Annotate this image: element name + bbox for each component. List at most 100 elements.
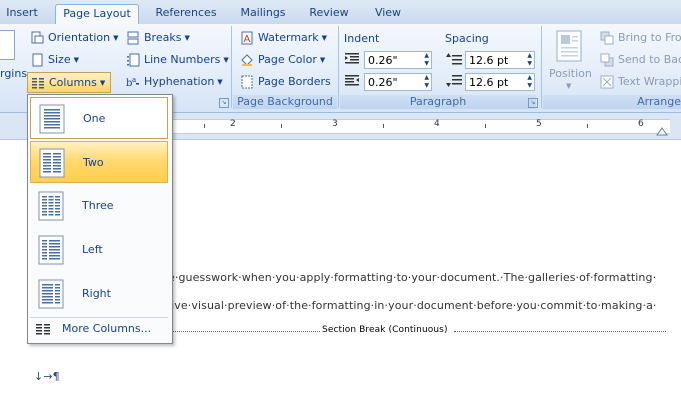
ruler-tick xyxy=(281,124,282,128)
columns-dropdown-menu: One Two Three Left Right More Columns... xyxy=(27,94,173,344)
columns-icon xyxy=(32,78,44,89)
page-setup-dialog-launcher-icon[interactable]: ↘ xyxy=(219,98,229,108)
section-break-line-left xyxy=(172,331,320,332)
spin-arrows-icon[interactable]: ▲ ▼ xyxy=(424,52,429,68)
text-wrapping-icon xyxy=(600,75,614,89)
ruler-tick xyxy=(587,124,588,128)
document-line-1[interactable]: e·guesswork·when·you·apply·formatting·to… xyxy=(168,271,656,284)
tab-view[interactable]: View xyxy=(368,4,408,24)
tab-page-layout[interactable]: Page Layout xyxy=(55,4,139,26)
page-borders-icon xyxy=(241,75,253,89)
margins-label[interactable]: rgins xyxy=(0,64,27,84)
paint-bucket-icon xyxy=(241,54,253,66)
ruler-number: 5 xyxy=(536,119,542,129)
spacing-before-icon xyxy=(446,53,462,65)
svg-text:a: a xyxy=(132,76,136,84)
chevron-down-icon: ▼ xyxy=(73,56,79,64)
size-label: Size xyxy=(48,53,71,66)
more-columns-icon xyxy=(36,324,50,335)
page-background-group-label: Page Background xyxy=(233,95,337,109)
tab-references[interactable]: References xyxy=(150,4,222,24)
send-to-back-icon xyxy=(600,53,614,67)
page-color-button[interactable]: Page Color ▼ xyxy=(240,50,325,70)
send-to-back-button[interactable]: Send to Back xyxy=(600,50,681,70)
spacing-before-input[interactable]: 12.6 pt ▲ ▼ xyxy=(465,51,535,69)
hyphenation-icon: ba xyxy=(126,76,139,89)
ruler-number: 4 xyxy=(434,119,440,129)
ruler-number: 3 xyxy=(332,119,338,129)
columns-option-label: Two xyxy=(83,156,104,169)
watermark-button[interactable]: A Watermark ▼ xyxy=(240,28,327,48)
page-color-label: Page Color xyxy=(258,53,317,66)
hyphenation-label: Hyphenation xyxy=(144,75,215,88)
spin-arrows-icon[interactable]: ▲ ▼ xyxy=(527,74,532,90)
line-numbers-button[interactable]: Line Numbers ▼ xyxy=(126,50,229,70)
ruler-number: 6 xyxy=(638,119,644,129)
columns-option-one[interactable]: One xyxy=(30,97,168,139)
document-line-2[interactable]: live·visual·preview·of·the·formatting·in… xyxy=(168,299,657,312)
spacing-after-input[interactable]: 12.6 pt ▲ ▼ xyxy=(465,73,535,91)
bring-to-front-button[interactable]: Bring to Fron xyxy=(600,28,681,48)
watermark-icon: A xyxy=(241,31,253,45)
more-columns-label: More Columns... xyxy=(62,322,152,335)
bring-to-front-label: Bring to Fron xyxy=(618,31,681,44)
position-icon[interactable] xyxy=(556,30,582,62)
three-columns-icon xyxy=(38,191,64,221)
group-separator xyxy=(231,26,232,108)
tab-insert[interactable]: Insert xyxy=(2,4,42,24)
spin-arrows-icon[interactable]: ▲ ▼ xyxy=(424,74,429,90)
paragraph-dialog-launcher-icon[interactable]: ↘ xyxy=(528,98,538,108)
indent-left-value: 0.26" xyxy=(368,54,398,67)
section-break-label: Section Break (Continuous) xyxy=(322,325,448,335)
right-column-icon xyxy=(38,279,64,309)
size-button[interactable]: Size ▼ xyxy=(30,50,79,70)
ruler-strip: 2 3 4 5 6 xyxy=(170,119,670,134)
text-wrapping-button[interactable]: Text Wrappin xyxy=(600,72,681,92)
orientation-button[interactable]: Orientation ▼ xyxy=(30,28,119,48)
spacing-after-value: 12.6 pt xyxy=(469,76,509,89)
breaks-label: Breaks xyxy=(144,31,182,44)
columns-option-left[interactable]: Left xyxy=(30,229,168,271)
margins-icon[interactable] xyxy=(0,30,15,60)
chevron-down-icon: ▼ xyxy=(319,56,326,64)
formatting-marks: ↓→¶ xyxy=(34,370,60,383)
spacing-header: Spacing xyxy=(445,32,489,45)
chevron-down-icon: ▼ xyxy=(321,34,328,42)
indent-header: Indent xyxy=(344,32,380,45)
chevron-down-icon: ▼ xyxy=(223,56,229,64)
right-indent-marker-icon[interactable] xyxy=(656,125,668,137)
tab-review[interactable]: Review xyxy=(305,4,353,24)
columns-option-label: Left xyxy=(82,243,103,256)
ruler-tick xyxy=(383,124,384,128)
indent-left-input[interactable]: 0.26" ▲ ▼ xyxy=(364,51,432,69)
breaks-button[interactable]: Breaks ▼ xyxy=(126,28,190,48)
orientation-icon xyxy=(31,31,44,44)
group-separator xyxy=(541,26,542,108)
more-columns-item[interactable]: More Columns... xyxy=(30,317,168,340)
hyphenation-button[interactable]: b a Hyphenation ▼ xyxy=(126,72,223,92)
line-numbers-icon xyxy=(127,53,140,67)
columns-option-two[interactable]: Two xyxy=(30,141,168,183)
ruler-number: 2 xyxy=(230,119,236,129)
paragraph-group-label: Paragraph xyxy=(340,95,536,109)
size-icon xyxy=(32,53,43,67)
indent-right-value: 0.26" xyxy=(368,76,398,89)
columns-button[interactable]: Columns ▼ xyxy=(27,72,112,93)
indent-right-input[interactable]: 0.26" ▲ ▼ xyxy=(364,73,432,91)
left-column-icon xyxy=(38,235,64,265)
bring-to-front-icon xyxy=(600,31,614,45)
spin-arrows-icon[interactable]: ▲ ▼ xyxy=(527,52,532,68)
arrange-group-label: Arrange xyxy=(543,95,681,109)
text-wrapping-label: Text Wrappin xyxy=(618,75,681,88)
columns-option-right[interactable]: Right xyxy=(30,273,168,315)
watermark-label: Watermark xyxy=(258,31,319,44)
columns-option-three[interactable]: Three xyxy=(30,185,168,227)
position-label[interactable]: Position xyxy=(549,64,592,84)
page-borders-button[interactable]: Page Borders xyxy=(240,72,331,92)
columns-option-label: One xyxy=(83,112,106,125)
section-break-line-right xyxy=(454,331,666,332)
tab-mailings[interactable]: Mailings xyxy=(235,4,291,24)
chevron-down-icon: ▼ xyxy=(99,78,106,87)
indent-left-icon xyxy=(345,53,359,64)
line-numbers-label: Line Numbers xyxy=(144,53,221,66)
